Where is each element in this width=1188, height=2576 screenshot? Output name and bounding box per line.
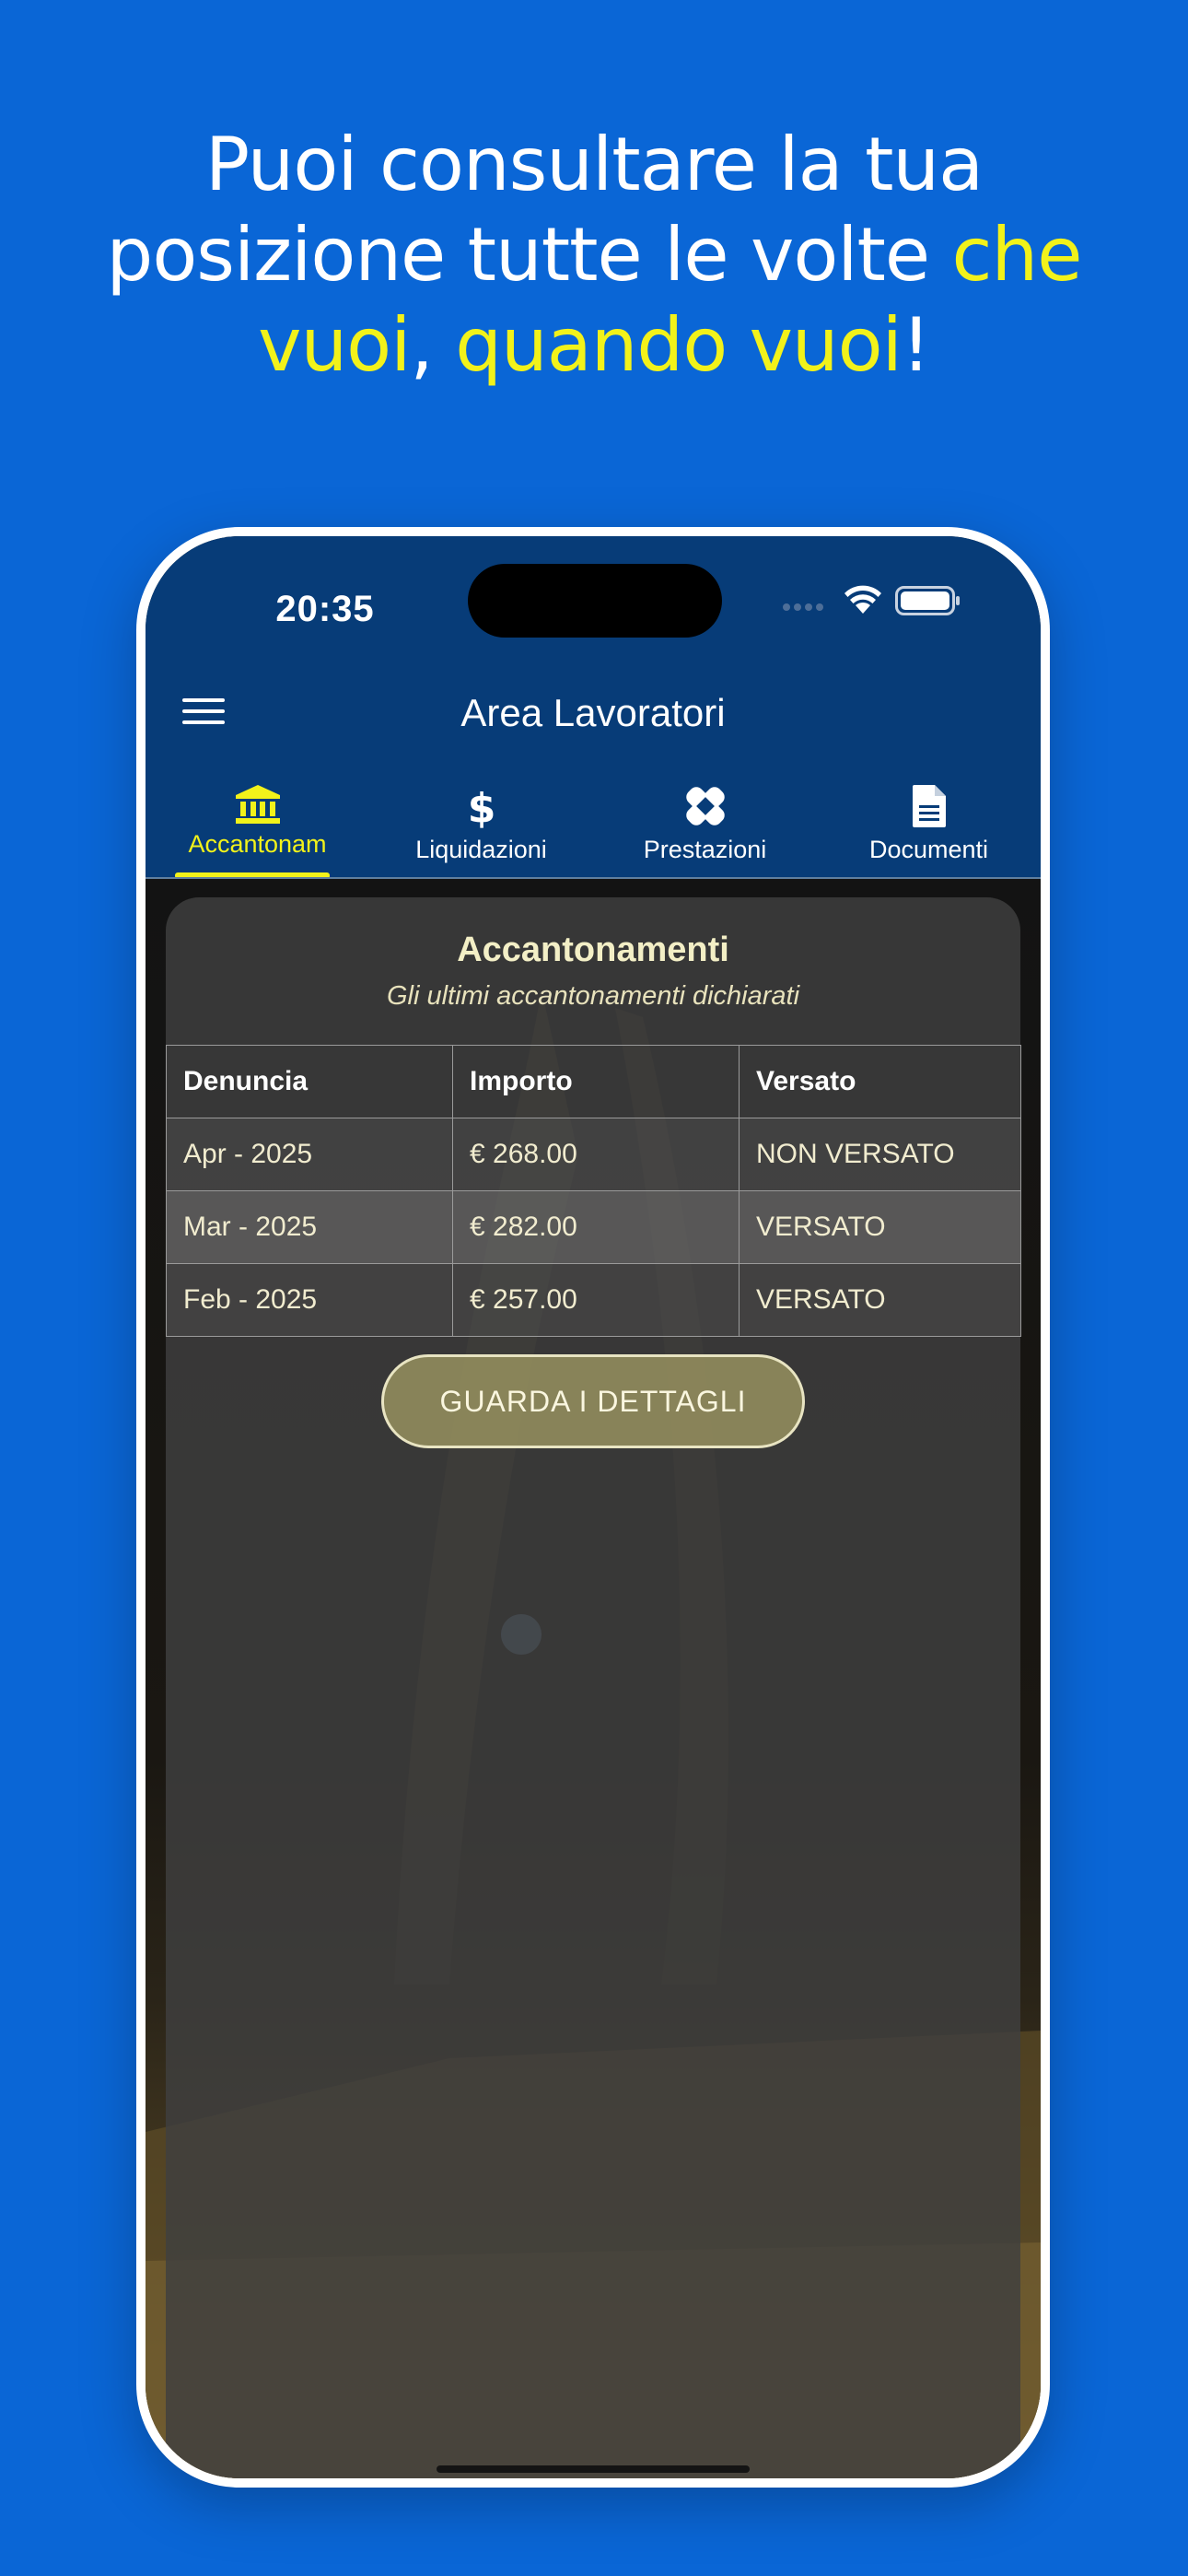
cellular-signal-icon: [783, 603, 827, 612]
cell-importo: € 282.00: [452, 1190, 740, 1264]
phone-frame: 20:35 Area Lavoratori Accantonam $ Liqui…: [136, 527, 1050, 2488]
status-time: 20:35: [275, 589, 375, 629]
cell-importo: € 268.00: [452, 1118, 740, 1191]
table-row: Feb - 2025 € 257.00 VERSATO: [166, 1263, 1021, 1337]
headline-highlight-vuoi: vuoi: [258, 302, 411, 388]
headline-highlight-quando-vuoi: quando vuoi: [455, 302, 903, 388]
cell-versato: NON VERSATO: [739, 1118, 1021, 1191]
headline-line-2-text: posizione tutte le volte: [106, 212, 952, 298]
headline-comma: ,: [410, 302, 456, 388]
column-header-importo: Importo: [452, 1045, 740, 1118]
cell-versato: VERSATO: [739, 1263, 1021, 1337]
tab-bar: Accantonam $ Liquidazioni Prestazioni Do…: [146, 774, 1041, 879]
headline-line-2: posizione tutte le volte che: [0, 210, 1188, 300]
headline-line-1: Puoi consultare la tua: [204, 122, 984, 207]
cell-denuncia: Mar - 2025: [166, 1190, 453, 1264]
svg-text:$: $: [467, 785, 495, 829]
tab-prestazioni-label: Prestazioni: [643, 836, 767, 863]
bank-icon: [235, 785, 280, 824]
column-header-versato: Versato: [739, 1045, 1021, 1118]
headline-line-3: vuoi, quando vuoi!: [0, 300, 1188, 391]
column-header-denuncia: Denuncia: [166, 1045, 453, 1118]
cell-denuncia: Apr - 2025: [166, 1118, 453, 1191]
table-row: Mar - 2025 € 282.00 VERSATO: [166, 1190, 1021, 1264]
headline-exclamation: !: [901, 302, 931, 388]
tab-accantonamenti-label: Accantonam: [188, 830, 327, 858]
cell-importo: € 257.00: [452, 1263, 740, 1337]
tab-prestazioni[interactable]: Prestazioni: [593, 774, 817, 879]
wifi-icon: [844, 585, 881, 614]
dynamic-island: [468, 564, 722, 638]
accantonamenti-card: Accantonamenti Gli ultimi accantonamenti…: [166, 897, 1021, 2478]
headline-highlight-che: che: [951, 212, 1083, 298]
tab-accantonamenti[interactable]: Accantonam: [146, 774, 369, 879]
bandage-icon: [685, 787, 725, 825]
phone-screen: 20:35 Area Lavoratori Accantonam $ Liqui…: [146, 536, 1041, 2478]
table-header-row: Denuncia Importo Versato: [166, 1045, 1021, 1118]
dollar-icon: $: [467, 785, 495, 829]
view-details-button[interactable]: GUARDA I DETTAGLI: [381, 1354, 805, 1448]
document-icon: [912, 785, 946, 827]
app-title: Area Lavoratori: [460, 691, 726, 734]
battery-icon: [895, 586, 960, 615]
accantonamenti-table: Denuncia Importo Versato Apr - 2025 € 26…: [166, 1045, 1021, 1337]
card-subtitle: Gli ultimi accantonamenti dichiarati: [386, 981, 800, 1011]
tab-liquidazioni-label: Liquidazioni: [415, 836, 547, 863]
app-header: 20:35 Area Lavoratori Accantonam $ Liqui…: [146, 536, 1041, 879]
tab-documenti-label: Documenti: [868, 836, 989, 863]
tab-documenti[interactable]: Documenti: [817, 774, 1041, 879]
cell-versato: VERSATO: [739, 1190, 1021, 1264]
tab-liquidazioni[interactable]: $ Liquidazioni: [369, 774, 593, 879]
cell-denuncia: Feb - 2025: [166, 1263, 453, 1337]
promo-headline: Puoi consultare la tua posizione tutte l…: [0, 120, 1188, 391]
card-title: Accantonamenti: [457, 931, 729, 969]
table-row: Apr - 2025 € 268.00 NON VERSATO: [166, 1118, 1021, 1191]
home-indicator[interactable]: [437, 2465, 750, 2473]
